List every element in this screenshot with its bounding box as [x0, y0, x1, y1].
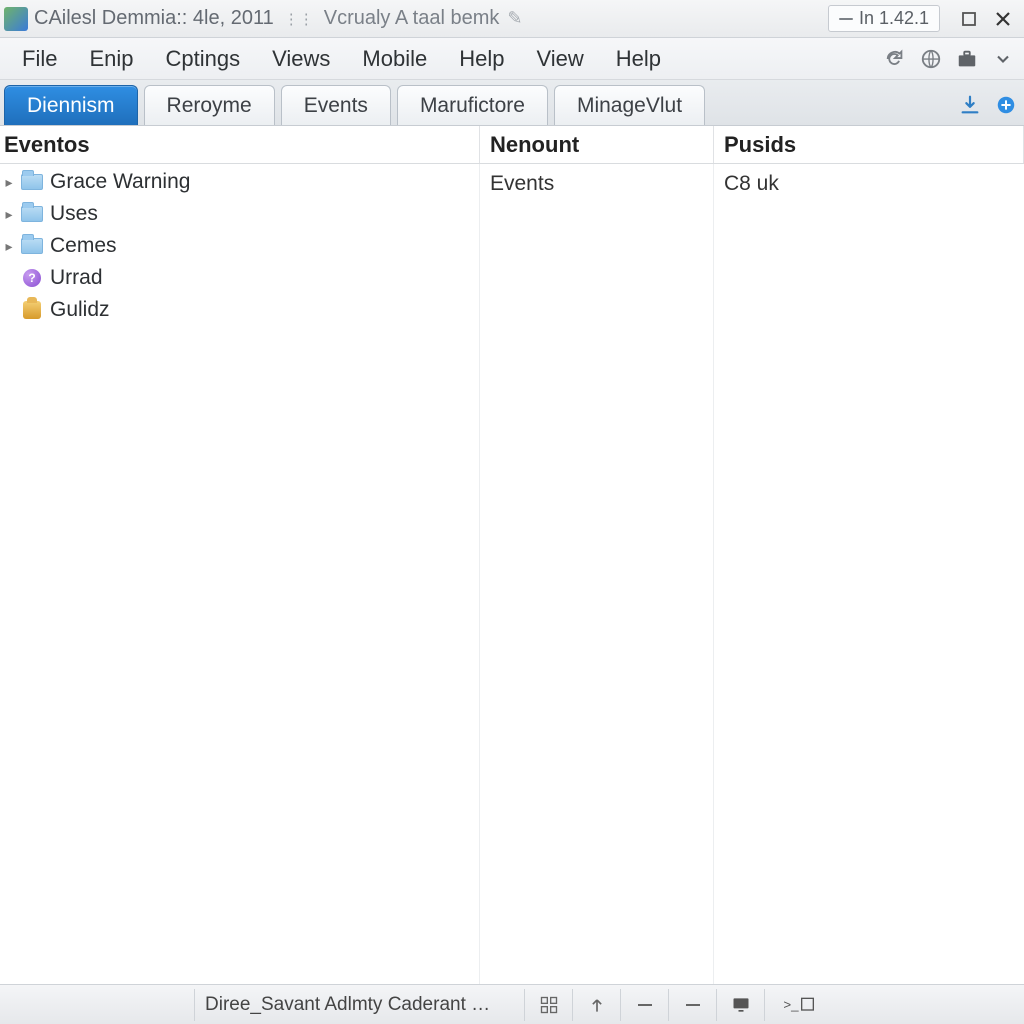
expander-icon[interactable]: ▸	[2, 238, 16, 255]
menu-cptings[interactable]: Cptings	[150, 40, 257, 78]
statusbar-upload-button[interactable]	[572, 989, 620, 1021]
statusbar-document[interactable]: Diree_Savant Adlmty Caderant …	[194, 989, 524, 1021]
tree-node-label: Cemes	[50, 234, 117, 258]
tab-label: Marufictore	[420, 94, 525, 118]
menu-help[interactable]: Help	[443, 40, 520, 78]
menu-file[interactable]: File	[6, 40, 73, 78]
download-icon[interactable]	[956, 91, 984, 119]
briefcase-icon[interactable]	[952, 44, 982, 74]
statusbar-minus-button-1[interactable]	[620, 989, 668, 1021]
menu-enip[interactable]: Enip	[73, 40, 149, 78]
menubar: File Enip Cptings Views Mobile Help View…	[0, 38, 1024, 80]
tree-node-cemes[interactable]: ▸ Cemes	[0, 230, 479, 262]
list-cell: C8 uk	[724, 172, 779, 196]
tab-label: MinageVlut	[577, 94, 682, 118]
menu-mobile[interactable]: Mobile	[346, 40, 443, 78]
tree-node-label: Grace Warning	[50, 170, 190, 194]
tab-events[interactable]: Events	[281, 85, 391, 125]
window-close-button[interactable]	[988, 5, 1018, 33]
monitor-icon	[731, 995, 751, 1015]
titlebar: CAilesl Demmia:: 4le, 2011 ⋮⋮ Vcrualy A …	[0, 0, 1024, 38]
tree-node-label: Urrad	[50, 266, 103, 290]
statusbar-terminal-button[interactable]: >_	[764, 989, 834, 1021]
dash-icon	[839, 18, 853, 20]
statusbar-document-label: Diree_Savant Adlmty Caderant …	[205, 994, 490, 1016]
tab-label: Diennism	[27, 94, 115, 118]
tab-label: Events	[304, 94, 368, 118]
tree-node-urrad[interactable]: ? Urrad	[0, 262, 479, 294]
tab-minagevlut[interactable]: MinageVlut	[554, 85, 705, 125]
list-row[interactable]: C8 uk	[724, 168, 1014, 200]
app-icon	[4, 7, 28, 31]
statusbar-left	[6, 989, 194, 1021]
menu-help-2[interactable]: Help	[600, 40, 677, 78]
statusbar: Diree_Savant Adlmty Caderant … >_	[0, 984, 1024, 1024]
folder-icon	[20, 236, 44, 256]
list-column-nenount: Events	[480, 164, 714, 984]
tab-diennism[interactable]: Diennism	[4, 85, 138, 125]
list-panel: Events C8 uk	[480, 164, 1024, 984]
menu-view[interactable]: View	[520, 40, 599, 78]
terminal-icon: >_	[783, 995, 817, 1015]
column-headers: Eventos Nenount Pusids	[0, 126, 1024, 164]
orb-icon: ?	[20, 268, 44, 288]
statusbar-grid-button[interactable]	[524, 989, 572, 1021]
version-label: In 1.42.1	[859, 8, 929, 29]
window-title-secondary: Vcrualy A taal bemk	[324, 7, 500, 30]
tab-marufictore[interactable]: Marufictore	[397, 85, 548, 125]
add-circle-icon[interactable]	[992, 91, 1020, 119]
window-title-main: CAilesl Demmia:: 4le, 2011	[34, 7, 274, 30]
content-area: ▸ Grace Warning ▸ Uses ▸ Cemes ? Urrad G…	[0, 164, 1024, 984]
menu-views[interactable]: Views	[256, 40, 346, 78]
statusbar-monitor-button[interactable]	[716, 989, 764, 1021]
tree-node-grace-warning[interactable]: ▸ Grace Warning	[0, 166, 479, 198]
tree-node-label: Uses	[50, 202, 98, 226]
tab-bar: Diennism Reroyme Events Marufictore Mina…	[0, 80, 1024, 126]
list-cell: Events	[490, 172, 554, 196]
globe-icon[interactable]	[916, 44, 946, 74]
column-header-nenount[interactable]: Nenount	[480, 126, 714, 163]
statusbar-minus-button-2[interactable]	[668, 989, 716, 1021]
column-header-eventos[interactable]: Eventos	[0, 126, 480, 163]
window-maximize-button[interactable]	[954, 5, 984, 33]
tab-reroyme[interactable]: Reroyme	[144, 85, 275, 125]
title-glyph-icon: ✎	[507, 8, 522, 29]
minus-icon	[635, 995, 655, 1015]
bag-icon	[20, 300, 44, 320]
expander-icon[interactable]: ▸	[2, 206, 16, 223]
tree-node-uses[interactable]: ▸ Uses	[0, 198, 479, 230]
list-row[interactable]: Events	[490, 168, 703, 200]
chevron-down-icon[interactable]	[988, 44, 1018, 74]
up-arrow-icon	[587, 995, 607, 1015]
folder-icon	[20, 172, 44, 192]
tree-node-gulidz[interactable]: Gulidz	[0, 294, 479, 326]
svg-text:>_: >_	[783, 997, 799, 1012]
grid-icon	[539, 995, 559, 1015]
tree-node-label: Gulidz	[50, 298, 110, 322]
list-column-pusids: C8 uk	[714, 164, 1024, 984]
redo-icon[interactable]	[880, 44, 910, 74]
tree-panel: ▸ Grace Warning ▸ Uses ▸ Cemes ? Urrad G…	[0, 164, 480, 984]
column-header-pusids[interactable]: Pusids	[714, 126, 1024, 163]
version-indicator[interactable]: In 1.42.1	[828, 5, 940, 32]
minus-icon	[683, 995, 703, 1015]
title-separator: ⋮⋮	[284, 10, 314, 28]
expander-icon[interactable]: ▸	[2, 174, 16, 191]
folder-icon	[20, 204, 44, 224]
tab-label: Reroyme	[167, 94, 252, 118]
